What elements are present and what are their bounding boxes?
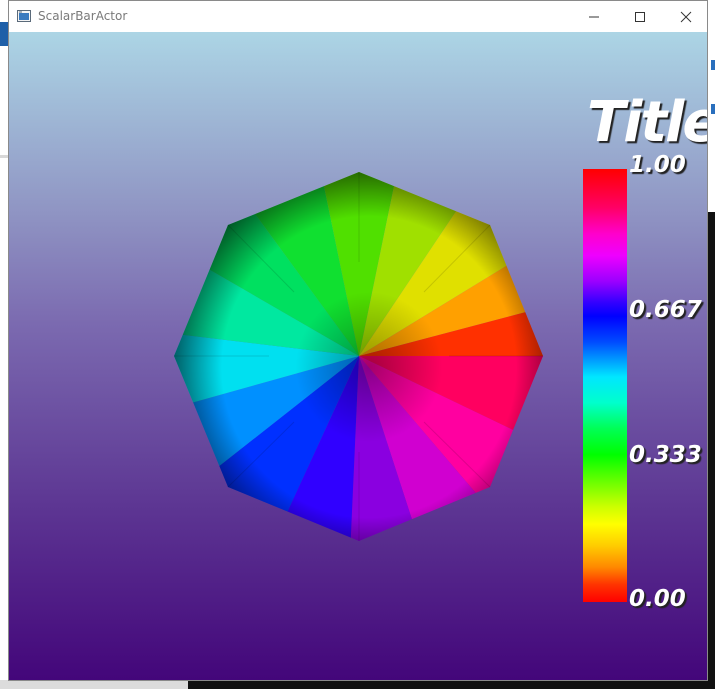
title-bar[interactable]: ScalarBarActor <box>9 1 707 32</box>
minimize-icon <box>589 16 599 17</box>
desktop-background-fragment <box>0 155 8 158</box>
desktop-background-fragment <box>708 212 715 689</box>
scalar-bar-title: Title <box>587 90 707 155</box>
app-window: ScalarBarActor Title 1.00 0.667 0.333 0.… <box>8 0 708 681</box>
maximize-button[interactable] <box>617 1 663 32</box>
close-icon <box>680 11 692 22</box>
app-icon <box>17 10 31 22</box>
scalar-bar-colormap <box>583 169 627 602</box>
render-viewport[interactable]: Title 1.00 0.667 0.333 0.00 <box>9 32 707 680</box>
desktop-background-fragment <box>711 60 715 70</box>
scalar-bar-label-max: 1.00 <box>629 152 686 178</box>
scalar-bar-label: 0.667 <box>629 297 702 323</box>
maximize-icon <box>635 11 645 22</box>
window-title: ScalarBarActor <box>38 9 128 23</box>
taskbar-fragment <box>0 680 190 689</box>
scalar-bar-label-min: 0.00 <box>629 586 686 612</box>
desktop-background-fragment <box>0 22 8 46</box>
close-button[interactable] <box>663 1 709 32</box>
taskbar-fragment <box>188 680 715 689</box>
desktop-background-fragment <box>711 104 715 114</box>
minimize-button[interactable] <box>571 1 617 32</box>
scalar-bar-label: 0.333 <box>629 442 702 468</box>
